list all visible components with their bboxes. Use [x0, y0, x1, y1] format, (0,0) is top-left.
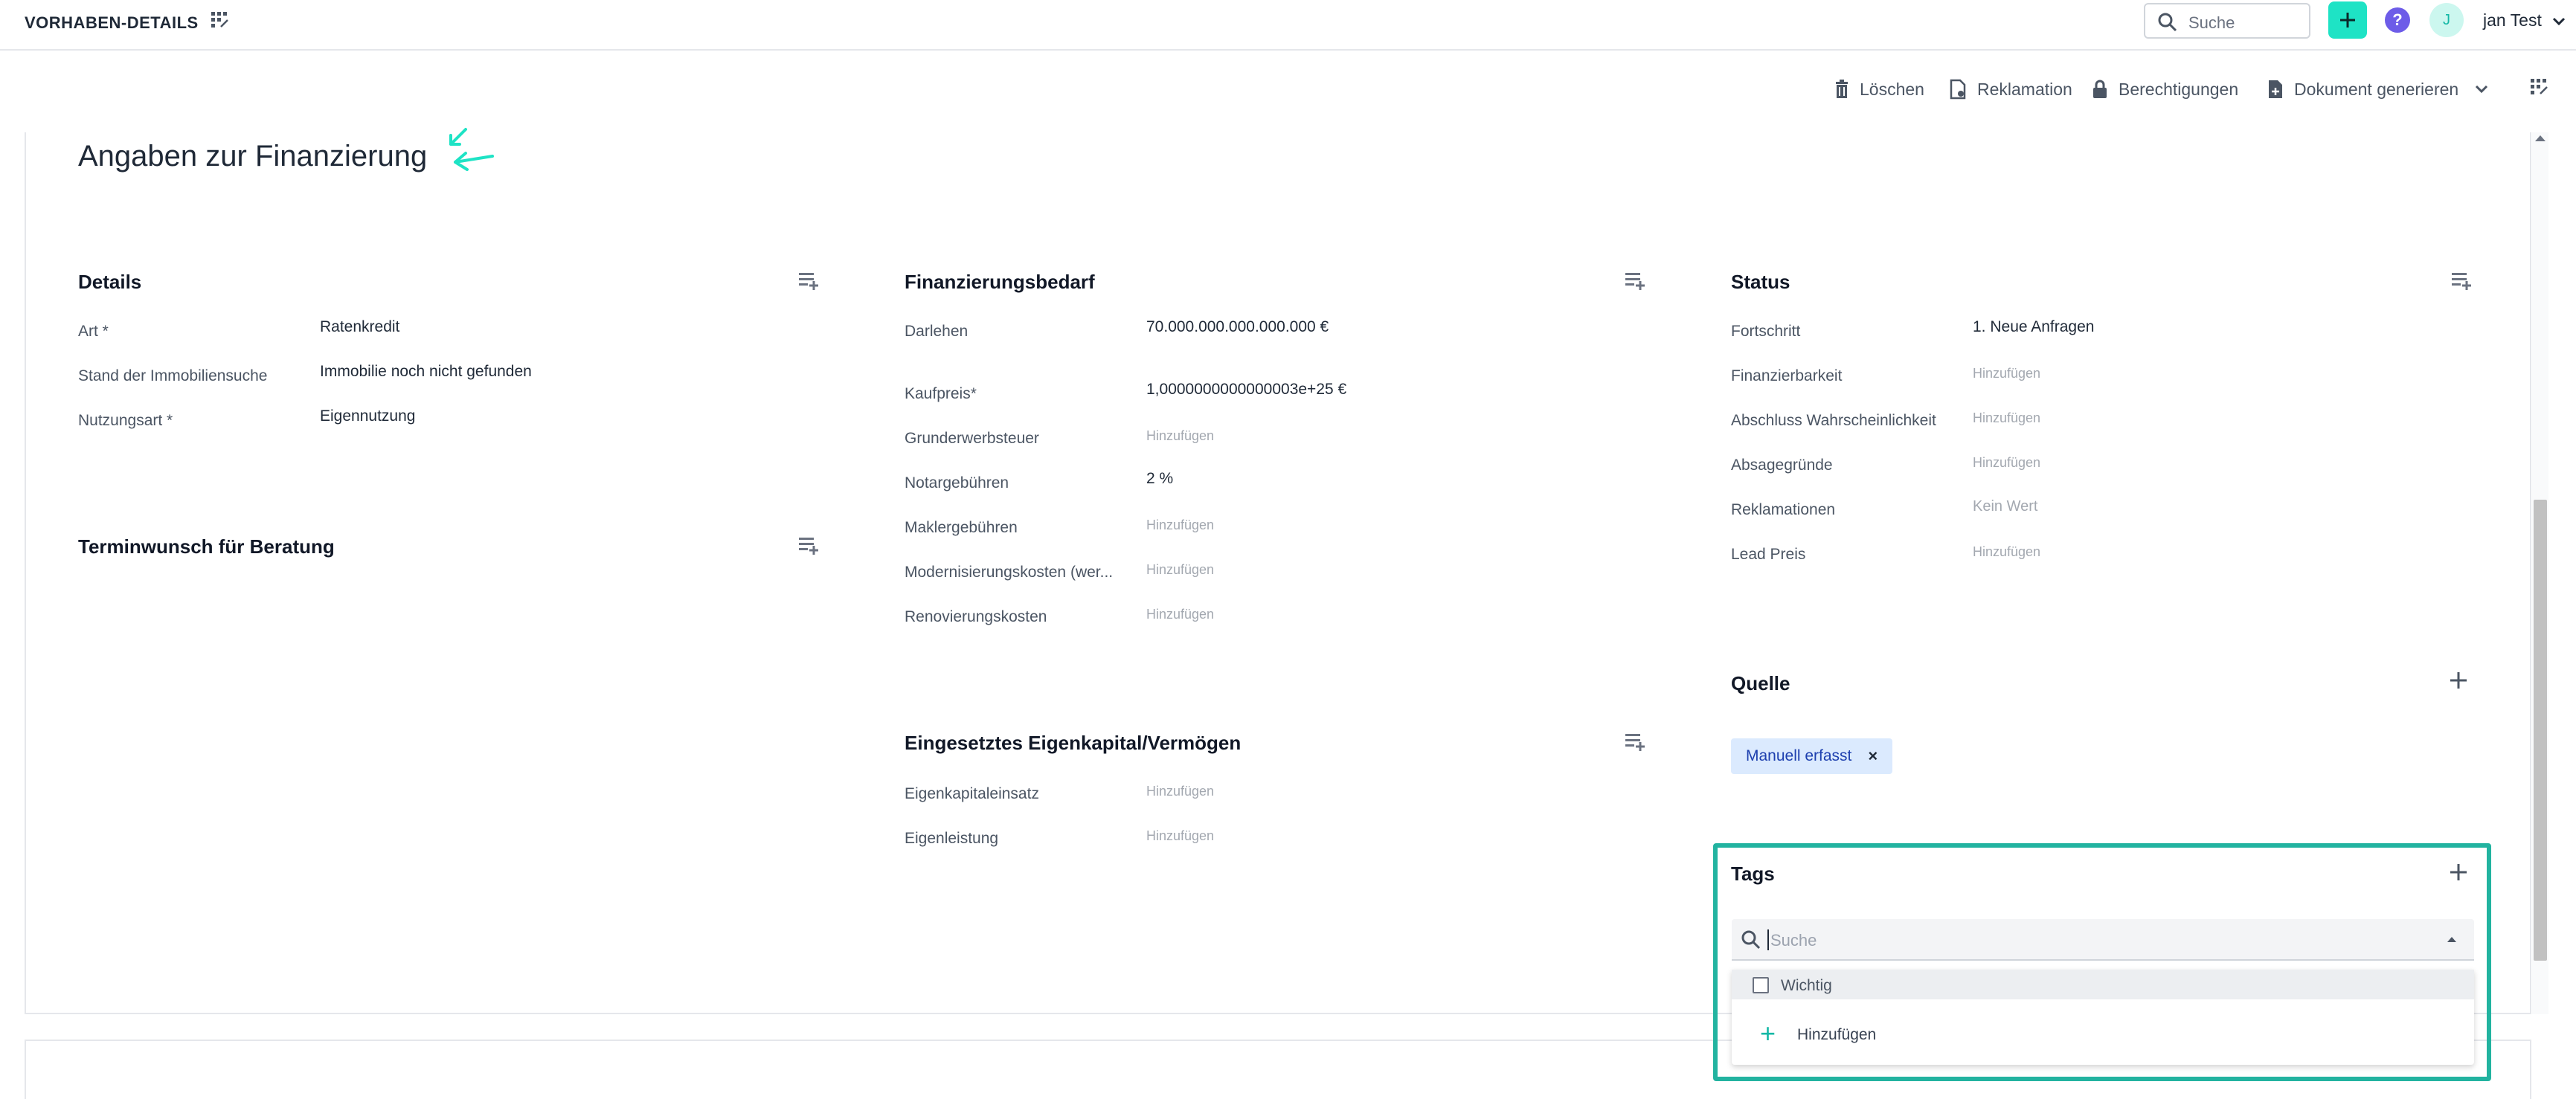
field-add-placeholder[interactable]: Hinzufügen: [1973, 410, 2040, 426]
tags-title: Tags: [1731, 863, 1775, 885]
field-label: Fortschritt: [1731, 323, 1801, 340]
tag-option-label: Wichtig: [1781, 977, 1832, 994]
field-label: Grunderwerbsteuer: [905, 430, 1039, 447]
page-title: VORHABEN-DETAILS: [25, 13, 199, 32]
status-title: Status: [1731, 271, 1790, 293]
plus-icon[interactable]: [2449, 863, 2468, 882]
field-label: Stand der Immobiliensuche: [78, 367, 268, 384]
field-value[interactable]: 1. Neue Anfragen: [1973, 318, 2094, 336]
document-icon: [1950, 79, 1966, 100]
plus-icon: +: [1760, 1018, 1776, 1048]
tags-search-input[interactable]: Suche: [1732, 919, 2474, 961]
lock-icon: [2093, 80, 2107, 98]
search-icon: [1741, 930, 1761, 950]
field-label: Eigenkapitaleinsatz: [905, 785, 1039, 802]
plus-icon[interactable]: [2449, 671, 2468, 690]
chevron-up-icon[interactable]: [2446, 935, 2458, 943]
field-label: Reklamationen: [1731, 501, 1836, 518]
search-icon: [2158, 13, 2177, 32]
field-add-placeholder[interactable]: Hinzufügen: [1146, 828, 1214, 844]
search-placeholder: Suche: [2188, 13, 2235, 32]
scroll-up-arrow[interactable]: [2535, 135, 2546, 141]
field-label: Abschluss Wahrscheinlichkeit: [1731, 412, 1936, 429]
layout-grid-icon[interactable]: [2529, 77, 2548, 97]
source-chip-label: Manuell erfasst: [1746, 747, 1852, 764]
field-label: Absagegründe: [1731, 457, 1833, 474]
field-add-placeholder[interactable]: Hinzufügen: [1973, 455, 2040, 471]
add-tag-label: Hinzufügen: [1797, 1026, 1877, 1043]
plus-icon: [2340, 13, 2355, 28]
field-value[interactable]: 1,0000000000000003e+25 €: [1146, 381, 1346, 399]
tag-option-wichtig[interactable]: Wichtig: [1732, 970, 2474, 999]
field-add-placeholder[interactable]: Hinzufügen: [1973, 366, 2040, 381]
permissions-button[interactable]: Berechtigungen: [2092, 77, 2238, 102]
add-field-icon[interactable]: [1624, 732, 1646, 751]
checkbox[interactable]: [1753, 977, 1769, 993]
arrows-icon: [449, 128, 494, 171]
add-field-icon[interactable]: [2450, 271, 2473, 290]
avatar[interactable]: J: [2429, 3, 2464, 37]
field-label: Finanzierbarkeit: [1731, 367, 1843, 384]
trash-icon: [1836, 80, 1848, 98]
close-icon[interactable]: ×: [1868, 747, 1878, 766]
field-label: Maklergebühren: [905, 519, 1018, 536]
user-menu[interactable]: jan Test: [2483, 10, 2566, 30]
field-label: Eigenleistung: [905, 830, 999, 847]
permissions-label: Berechtigungen: [2119, 79, 2239, 99]
field-label: Lead Preis: [1731, 546, 1806, 563]
add-tag-button[interactable]: + Hinzufügen: [1732, 1002, 2474, 1065]
field-value[interactable]: 70.000.000.000.000.000 €: [1146, 318, 1329, 336]
chevron-down-icon: [2553, 17, 2566, 26]
generate-document-button[interactable]: Dokument generieren: [2267, 77, 2488, 102]
field-add-placeholder[interactable]: Hinzufügen: [1146, 518, 1214, 533]
delete-label: Löschen: [1860, 79, 1924, 99]
global-search-input[interactable]: Suche: [2144, 3, 2310, 39]
field-value[interactable]: Eigennutzung: [320, 407, 415, 425]
financing-title: Finanzierungsbedarf: [905, 271, 1095, 293]
complaint-button[interactable]: Reklamation: [1949, 77, 2072, 102]
field-label: Notargebühren: [905, 474, 1009, 492]
equity-title: Eingesetztes Eigenkapital/Vermögen: [905, 732, 1242, 754]
generate-label: Dokument generieren: [2294, 79, 2459, 99]
source-title: Quelle: [1731, 672, 1790, 694]
document-plus-icon: [2269, 80, 2282, 98]
field-label: Modernisierungskosten (wer...: [905, 564, 1114, 581]
field-add-placeholder[interactable]: Hinzufügen: [1146, 784, 1214, 799]
text-cursor: [1767, 929, 1769, 950]
add-field-icon[interactable]: [1624, 271, 1646, 290]
add-field-icon[interactable]: [797, 535, 820, 555]
layout-grid-icon[interactable]: [210, 10, 229, 30]
field-label: Nutzungsart *: [78, 412, 173, 429]
delete-button[interactable]: Löschen: [1834, 77, 1924, 102]
complaint-label: Reklamation: [1977, 79, 2072, 99]
details-title: Details: [78, 271, 142, 293]
field-value[interactable]: Immobilie noch nicht gefunden: [320, 363, 532, 381]
field-label: Art *: [78, 323, 109, 340]
field-add-placeholder[interactable]: Hinzufügen: [1146, 428, 1214, 444]
scrollbar-thumb[interactable]: [2534, 500, 2547, 961]
user-name-label: jan Test: [2483, 10, 2542, 30]
tags-dropdown: Wichtig + Hinzufügen: [1732, 970, 2474, 1065]
field-add-placeholder[interactable]: Hinzufügen: [1146, 607, 1214, 622]
field-label: Kaufpreis*: [905, 385, 977, 402]
tags-search-placeholder: Suche: [1770, 931, 1817, 950]
appointment-title: Terminwunsch für Beratung: [78, 535, 335, 558]
chevron-down-icon: [2476, 85, 2488, 94]
field-value[interactable]: Ratenkredit: [320, 318, 399, 336]
top-bar: VORHABEN-DETAILS Suche ? J jan Test: [0, 0, 2576, 51]
field-add-placeholder[interactable]: Hinzufügen: [1973, 544, 2040, 560]
add-field-icon[interactable]: [797, 271, 820, 290]
field-add-placeholder[interactable]: Hinzufügen: [1146, 562, 1214, 578]
field-label: Renovierungskosten: [905, 608, 1047, 625]
help-icon[interactable]: ?: [2385, 7, 2410, 33]
create-new-button[interactable]: [2328, 1, 2367, 39]
field-label: Darlehen: [905, 323, 969, 340]
field-empty-value[interactable]: Kein Wert: [1973, 498, 2037, 515]
section-heading: Angaben zur Finanzierung: [78, 140, 428, 173]
source-chip: Manuell erfasst ×: [1731, 738, 1893, 774]
field-value[interactable]: 2 %: [1146, 470, 1173, 488]
